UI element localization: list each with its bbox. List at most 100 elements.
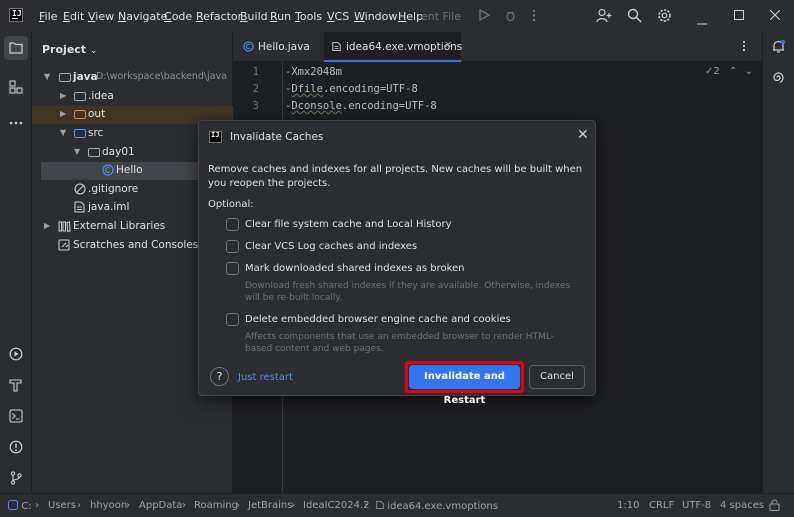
breadcrumb-separator-icon: › xyxy=(236,500,240,511)
maximize-icon[interactable] xyxy=(734,10,744,23)
dialog-title: Invalidate Caches xyxy=(230,131,324,143)
ignore-file-icon xyxy=(74,183,87,195)
line-separator[interactable]: CRLF xyxy=(649,500,674,511)
ide-window: IJ File Edit View Navigate Code Refactor… xyxy=(0,0,794,517)
breadcrumb-jetbrains[interactable]: JetBrains xyxy=(248,500,292,511)
notifications-bell-icon[interactable] xyxy=(771,39,786,57)
menu-navigate[interactable]: Navigate xyxy=(118,10,167,23)
close-icon[interactable]: ✕ xyxy=(577,127,589,143)
right-tool-strip xyxy=(762,32,794,493)
menu-file[interactable]: File xyxy=(39,10,57,23)
menu-view[interactable]: View xyxy=(88,10,114,23)
tab-idea64-vmoptions[interactable]: idea64.exe.vmoptions ✕ xyxy=(324,32,462,62)
run-configuration-selector[interactable]: ent File xyxy=(421,10,461,23)
menu-vcs[interactable]: VCS xyxy=(327,10,349,23)
tree-item-java-root[interactable]: ▼ java D:\workspace\backend\java xyxy=(32,69,233,87)
breadcrumb-separator-icon: › xyxy=(364,500,368,511)
breadcrumb-separator-icon: › xyxy=(35,500,39,511)
caret-position[interactable]: 1:10 xyxy=(617,500,639,511)
debug-icon[interactable] xyxy=(504,9,517,25)
intellij-logo-icon[interactable]: IJ xyxy=(9,8,23,22)
breadcrumb-separator-icon: › xyxy=(77,500,81,511)
close-window-icon[interactable] xyxy=(769,9,781,23)
project-tool-button[interactable] xyxy=(4,36,28,60)
java-class-icon xyxy=(243,41,254,55)
checkbox[interactable] xyxy=(226,262,239,275)
invalidate-and-restart-button[interactable]: Invalidate and Restart xyxy=(409,365,520,406)
line-number: 1 xyxy=(252,66,259,78)
tree-item-idea[interactable]: ▶ .idea xyxy=(32,88,233,106)
structure-icon[interactable] xyxy=(9,80,23,97)
build-hammer-icon[interactable] xyxy=(9,378,23,395)
menu-refactor[interactable]: Refactor xyxy=(196,10,242,23)
checkbox[interactable] xyxy=(226,240,239,253)
checkbox[interactable] xyxy=(226,218,239,231)
menu-code[interactable]: Code xyxy=(164,10,192,23)
breadcrumb-separator-icon: › xyxy=(291,500,295,511)
expanded-arrow-icon: ▼ xyxy=(44,72,51,81)
menu-help[interactable]: Help xyxy=(398,10,423,23)
version-control-icon[interactable] xyxy=(9,471,23,488)
close-tab-icon[interactable]: ✕ xyxy=(444,40,452,51)
more-tools-icon[interactable] xyxy=(9,115,23,128)
folder-icon xyxy=(74,92,86,101)
module-folder-icon xyxy=(59,73,71,82)
add-user-icon[interactable] xyxy=(596,8,612,26)
checkbox[interactable] xyxy=(226,313,239,326)
breadcrumb-ideaic[interactable]: IdeaIC2024.2 xyxy=(303,500,370,511)
run-icon[interactable] xyxy=(478,8,491,24)
expanded-arrow-icon: ▼ xyxy=(60,128,67,137)
breadcrumb-users[interactable]: Users xyxy=(48,500,76,511)
editor-tab-bar: Hello.java idea64.exe.vmoptions ✕ xyxy=(233,32,762,62)
menu-tools[interactable]: Tools xyxy=(295,10,322,23)
help-button[interactable]: ? xyxy=(210,367,229,386)
source-folder-icon xyxy=(74,129,86,138)
collapsed-arrow-icon: ▶ xyxy=(60,91,67,100)
code-line: -Dfile.encoding=UTF-8 xyxy=(285,83,418,95)
tree-item-hello[interactable]: Hello xyxy=(41,162,201,180)
file-icon xyxy=(332,41,341,55)
scratches-icon xyxy=(58,239,71,251)
tab-options-icon[interactable] xyxy=(742,40,746,55)
line-number: 3 xyxy=(252,100,259,112)
chevron-up-icon[interactable]: ⌃ xyxy=(729,66,737,77)
project-panel-title[interactable]: Project ⌄ xyxy=(42,43,97,56)
optional-label: Optional: xyxy=(208,199,254,210)
title-bar: IJ File Edit View Navigate Code Refactor… xyxy=(0,0,794,32)
collapsed-arrow-icon: ▶ xyxy=(60,109,67,118)
menu-window[interactable]: Window xyxy=(354,10,397,23)
breadcrumb-appdata[interactable]: AppData xyxy=(139,500,182,511)
menu-build[interactable]: Build xyxy=(240,10,268,23)
search-icon[interactable] xyxy=(627,8,642,26)
dialog-description: Remove caches and indexes for all projec… xyxy=(208,164,583,189)
run-tool-icon[interactable] xyxy=(9,347,23,364)
libraries-icon xyxy=(58,220,71,232)
file-encoding[interactable]: UTF-8 xyxy=(682,500,711,511)
intellij-logo-icon: IJ xyxy=(209,131,222,143)
breadcrumb-separator-icon: › xyxy=(182,500,186,511)
option-hint: Affects components that use an embedded … xyxy=(245,332,554,354)
minimize-icon[interactable] xyxy=(697,15,707,28)
collapsed-arrow-icon: ▶ xyxy=(44,221,51,230)
option-hint: Download fresh shared indexes if they ar… xyxy=(245,281,571,303)
cancel-button[interactable]: Cancel xyxy=(529,365,585,389)
ai-assistant-spiral-icon[interactable] xyxy=(771,70,786,88)
chevron-down-icon[interactable]: ⌄ xyxy=(745,66,753,77)
breadcrumb-hhyoon[interactable]: hhyoon xyxy=(90,500,127,511)
settings-gear-icon[interactable] xyxy=(657,8,672,26)
lock-icon[interactable] xyxy=(769,499,780,514)
more-actions-icon[interactable] xyxy=(532,9,536,25)
tab-hello-java[interactable]: Hello.java xyxy=(233,32,323,62)
terminal-icon[interactable] xyxy=(9,409,23,426)
menu-run[interactable]: Run xyxy=(270,10,291,23)
inspection-widget[interactable]: ✓2 ⌃ ⌄ xyxy=(705,66,753,77)
problems-icon[interactable] xyxy=(9,440,23,457)
just-restart-link[interactable]: Just restart xyxy=(238,372,293,383)
indent-setting[interactable]: 4 spaces xyxy=(720,500,764,511)
menu-edit[interactable]: Edit xyxy=(63,10,84,23)
breadcrumb-roaming[interactable]: Roaming xyxy=(194,500,238,511)
breadcrumb-file[interactable]: idea64.exe.vmoptions xyxy=(376,500,498,512)
breadcrumb-root[interactable]: C: xyxy=(8,500,32,512)
code-line: -Xmx2048m xyxy=(285,66,342,78)
expanded-arrow-icon: ▼ xyxy=(74,147,81,156)
